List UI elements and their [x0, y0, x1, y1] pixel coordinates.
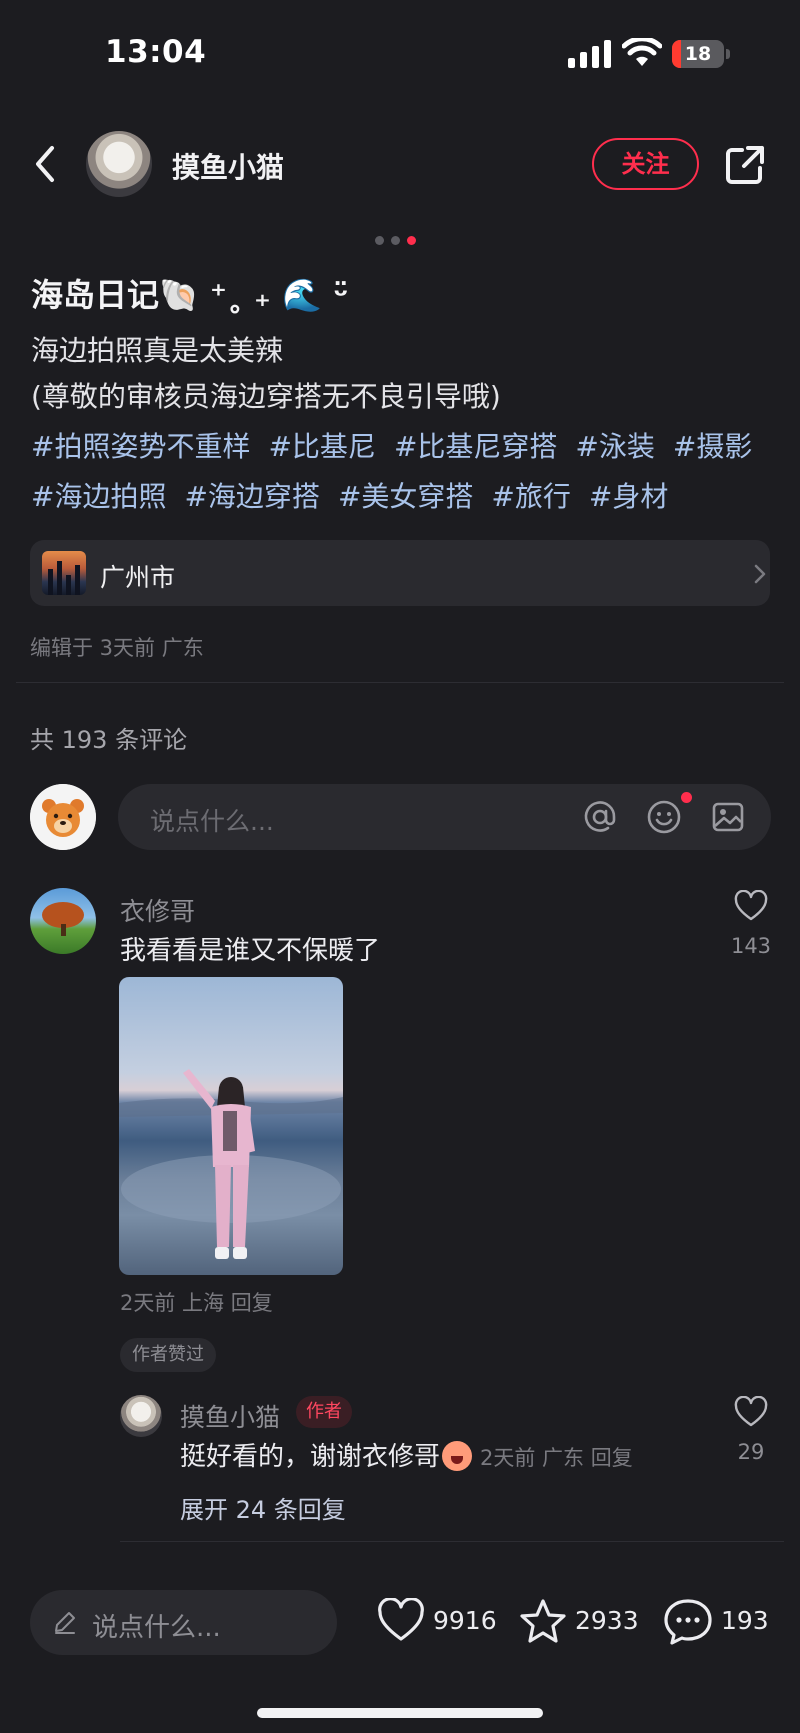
- author-badge: 作者: [296, 1396, 352, 1428]
- battery-indicator: 18: [672, 40, 730, 68]
- battery-level: 18: [684, 43, 712, 65]
- hashtag[interactable]: #比基尼: [268, 430, 375, 463]
- home-indicator: [257, 1708, 543, 1718]
- comment-photo: [119, 1069, 343, 1259]
- carousel-dot-active: [407, 236, 416, 245]
- comment-total: 193: [721, 1606, 769, 1635]
- location-thumbnail: [42, 551, 86, 595]
- back-icon[interactable]: [30, 142, 62, 186]
- comment-count: 共 193 条评论: [30, 726, 188, 754]
- carousel-dots: [375, 236, 425, 246]
- hashtag[interactable]: #美女穿搭: [338, 480, 473, 513]
- notification-dot: [681, 792, 692, 803]
- chevron-right-icon: [754, 564, 766, 584]
- expand-replies-button[interactable]: 展开 24 条回复: [180, 1490, 346, 1525]
- comment-text: 我看看是谁又不保暖了: [120, 936, 381, 966]
- favorite-count: 2933: [575, 1606, 639, 1635]
- reply-like-count: 29: [737, 1440, 765, 1464]
- bottom-placeholder: 说点什么...: [92, 1613, 221, 1643]
- note-body-line: 海边拍照真是太美辣: [31, 334, 284, 367]
- reply-text-content: 挺好看的，谢谢衣修哥: [180, 1442, 441, 1472]
- note-header: 摸鱼小猫 关注: [0, 120, 800, 210]
- signal-icon: [568, 40, 611, 68]
- author-name[interactable]: 摸鱼小猫: [172, 146, 284, 186]
- hashtag[interactable]: #摄影: [673, 430, 752, 463]
- pen-icon: [55, 1612, 75, 1634]
- bottom-comment-input[interactable]: 说点什么...: [30, 1590, 337, 1655]
- reply-meta[interactable]: 2天前 广东 回复: [480, 1446, 633, 1470]
- divider: [16, 682, 784, 683]
- hashtag-list: #拍照姿势不重样 #比基尼 #比基尼穿搭 #泳装 #摄影 #海边拍照 #海边穿搭 #美女穿搭 #…: [31, 422, 776, 522]
- emoji-icon[interactable]: [646, 799, 682, 835]
- image-icon[interactable]: [710, 799, 746, 835]
- like-count: 9916: [433, 1606, 497, 1635]
- divider: [120, 1541, 784, 1542]
- hashtag[interactable]: #比基尼穿搭: [394, 430, 557, 463]
- carousel-dot: [391, 236, 400, 245]
- mention-icon[interactable]: [582, 799, 618, 835]
- comment-like-icon[interactable]: [734, 890, 768, 922]
- comment-image[interactable]: [119, 977, 343, 1275]
- note-body-line: (尊敬的审核员海边穿搭无不良引导哦): [31, 380, 501, 413]
- location-card[interactable]: 广州市: [30, 540, 770, 606]
- hashtag[interactable]: #身材: [589, 480, 668, 513]
- share-icon[interactable]: [724, 144, 766, 186]
- location-name: 广州市: [100, 563, 176, 592]
- follow-button[interactable]: 关注: [592, 138, 699, 190]
- reply-like-icon[interactable]: [734, 1396, 768, 1428]
- author-liked-badge: 作者赞过: [120, 1338, 216, 1372]
- comment-bubble-icon: [664, 1599, 712, 1645]
- hashtag[interactable]: #海边穿搭: [184, 480, 319, 513]
- comment-input[interactable]: 说点什么...: [118, 784, 771, 850]
- commenter-avatar[interactable]: [30, 888, 96, 954]
- reply-text: 挺好看的，谢谢衣修哥 2天前 广东 回复: [180, 1436, 633, 1473]
- comment-placeholder: 说点什么...: [150, 807, 274, 836]
- status-bar: 13:04 18: [0, 0, 800, 110]
- comment-button[interactable]: 193: [663, 1592, 773, 1652]
- hashtag[interactable]: #海边拍照: [31, 480, 166, 513]
- my-avatar: [30, 784, 96, 850]
- reply-user-name[interactable]: 摸鱼小猫: [180, 1398, 280, 1434]
- hashtag[interactable]: #旅行: [491, 480, 570, 513]
- hashtag[interactable]: #泳装: [575, 430, 654, 463]
- author-avatar[interactable]: [86, 131, 152, 197]
- note-body: 海边拍照真是太美辣 (尊敬的审核员海边穿搭无不良引导哦): [31, 328, 771, 420]
- comment-meta[interactable]: 2天前 上海 回复: [120, 1287, 273, 1317]
- edit-meta: 编辑于 3天前 广东: [30, 636, 204, 660]
- note-title: 海岛日记🐚 ⁺˳ ₊ 🌊 ᵕ̈: [31, 276, 349, 314]
- like-button[interactable]: 9916: [377, 1592, 497, 1652]
- commenter-name[interactable]: 衣修哥: [120, 892, 195, 928]
- star-icon: [520, 1599, 566, 1643]
- heart-icon: [378, 1598, 424, 1641]
- status-time: 13:04: [105, 34, 207, 70]
- laughing-emoji-icon: [442, 1441, 473, 1471]
- hashtag[interactable]: #拍照姿势不重样: [31, 430, 250, 463]
- favorite-button[interactable]: 2933: [519, 1592, 644, 1652]
- reply-avatar[interactable]: [120, 1395, 162, 1437]
- carousel-dot: [375, 236, 384, 245]
- comment-like-count: 143: [730, 934, 772, 958]
- wifi-icon: [622, 38, 662, 66]
